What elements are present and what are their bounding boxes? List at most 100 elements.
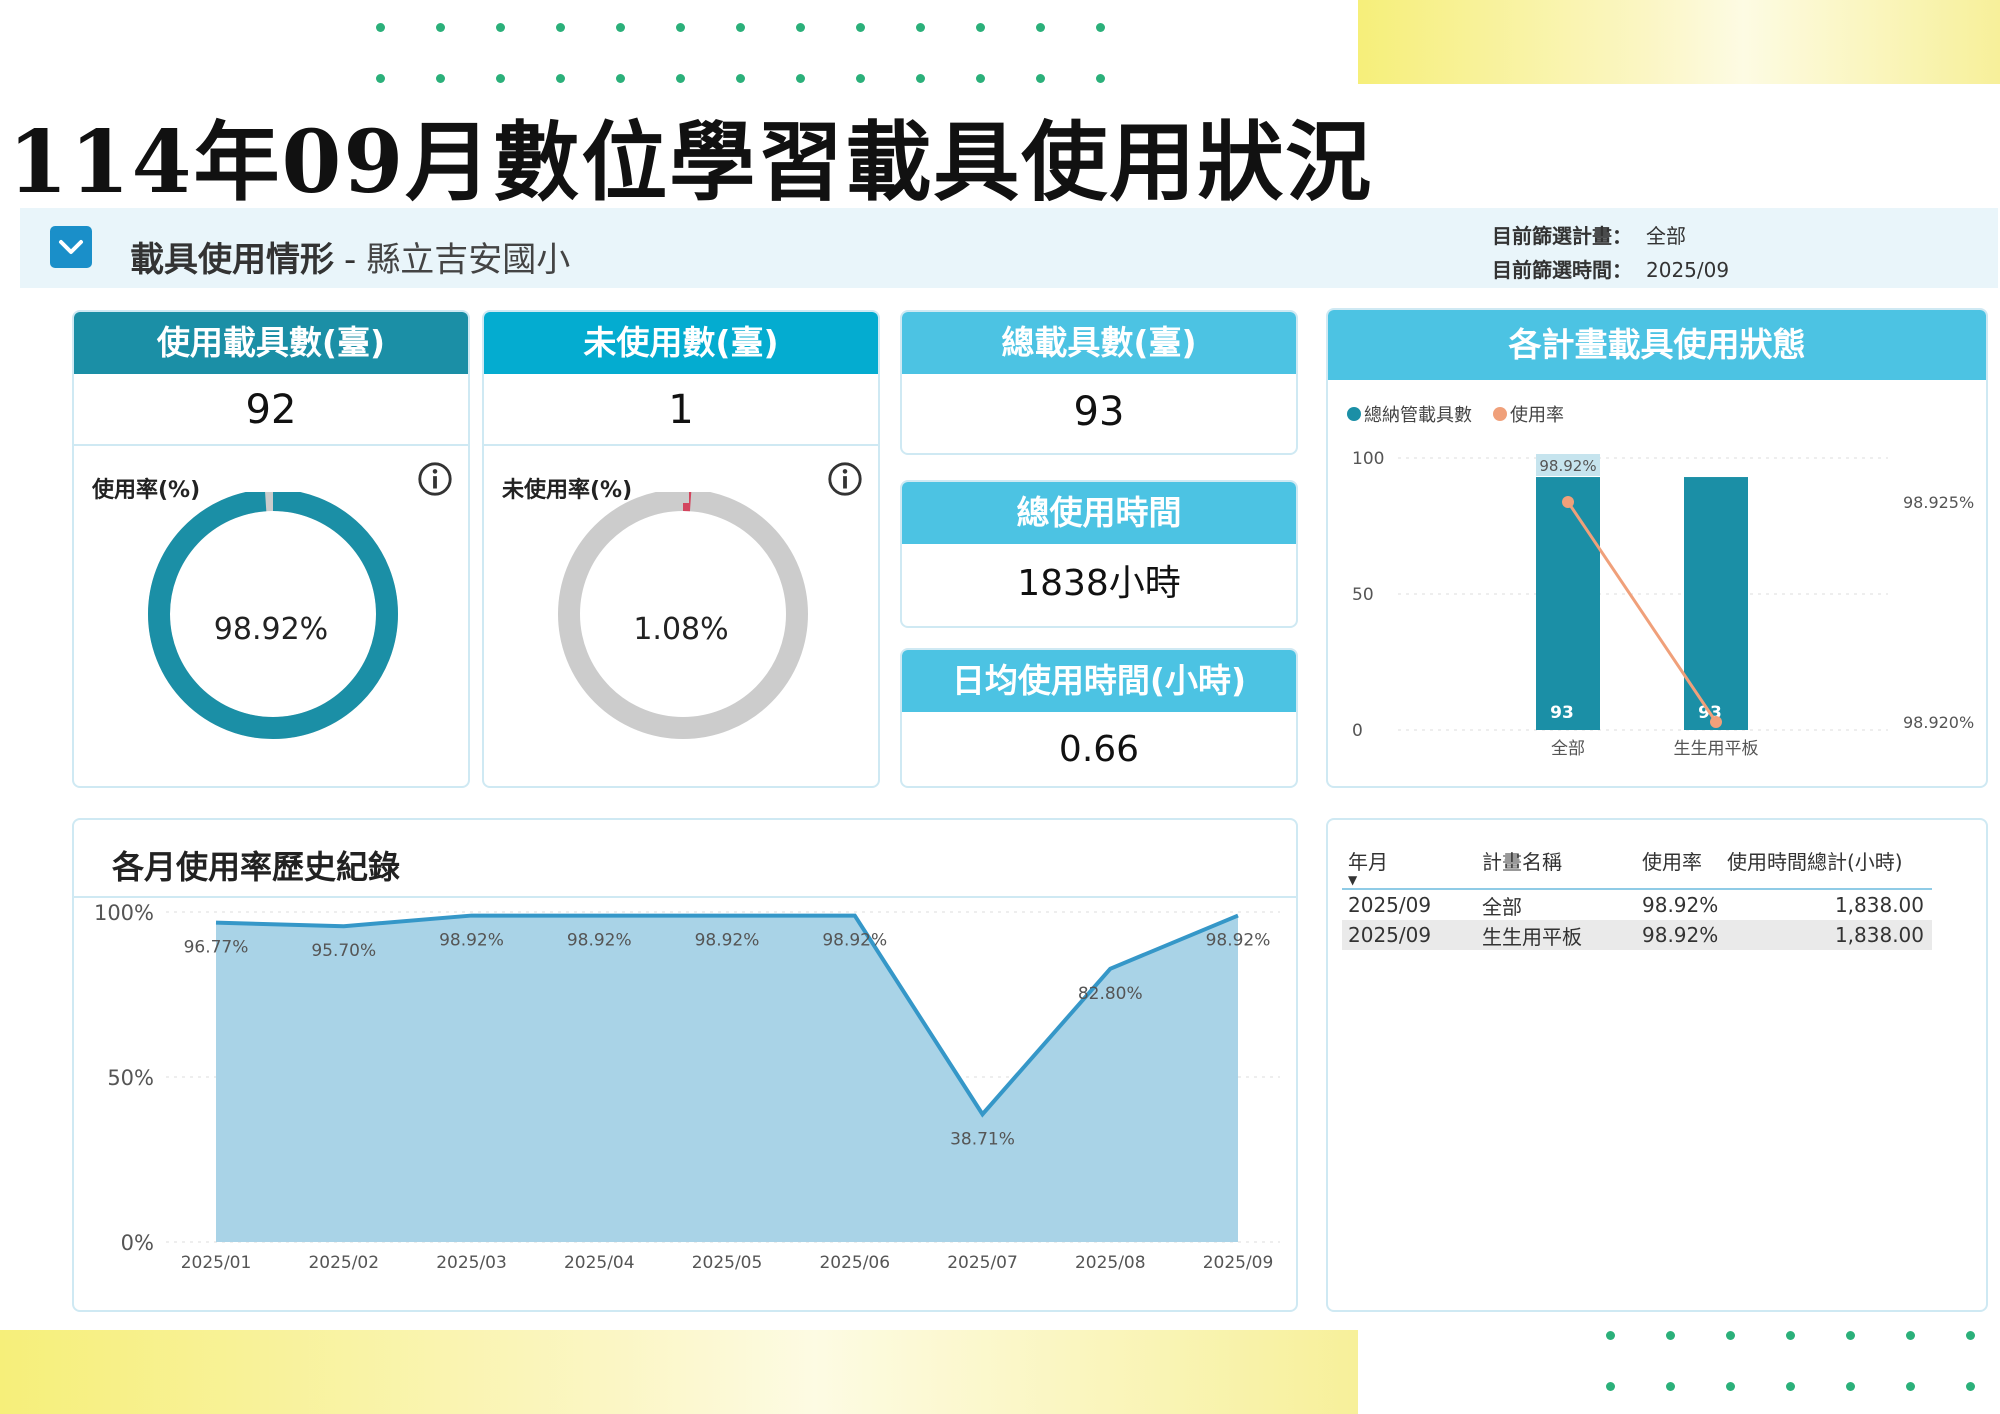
data-label: 98.92%: [695, 931, 760, 951]
section-header: 載具使用情形 - 縣立吉安國小 目前篩選計畫： 全部 目前篩選時間： 2025/09: [20, 208, 1998, 288]
page-title: 114年09月數位學習載具使用狀況: [8, 112, 1374, 213]
cell-hours: 1,838.00: [1834, 893, 1924, 917]
decorative-dot: [1906, 1382, 1915, 1391]
section-title-label: 載具使用情形: [130, 240, 334, 280]
decorative-dot: [1726, 1382, 1735, 1391]
monthly-history-card: 各月使用率歷史紀錄 100% 50% 0% 96.77% 2025/01 95.70% 20…: [72, 818, 1298, 1312]
y-tick-label: 50%: [107, 1066, 154, 1090]
decorative-dot: [796, 74, 805, 83]
x-tick-label: 2025/06: [819, 1253, 890, 1273]
unused-devices-card: 未使用數(臺) 1 未使用率(%) 1.08%: [482, 310, 880, 788]
decorative-band-top: [1358, 0, 2000, 84]
cell-hours: 1,838.00: [1834, 923, 1924, 947]
filter-time-label: 目前篩選時間：: [1492, 258, 1632, 282]
used-devices-title: 使用載具數(臺): [74, 312, 468, 374]
data-label: 98.92%: [1206, 931, 1271, 951]
rate-point[interactable]: [1562, 496, 1574, 508]
rate-point[interactable]: [1710, 716, 1722, 728]
table-header: 年月 ▼ 計畫名稱 使用率 使用時間總計(小時): [1342, 840, 1932, 890]
legend-label: 使用率: [1510, 405, 1564, 426]
bar[interactable]: [1684, 477, 1748, 730]
collapse-toggle[interactable]: [50, 226, 92, 268]
usage-table: 年月 ▼ 計畫名稱 使用率 使用時間總計(小時) 2025/09 全部 98.92…: [1342, 840, 1932, 950]
unused-devices-title: 未使用數(臺): [484, 312, 878, 374]
decorative-dot: [736, 23, 745, 32]
total-time-card: 總使用時間 1838小時: [900, 480, 1298, 628]
data-label: 82.80%: [1078, 984, 1143, 1004]
filter-plan-value: 全部: [1646, 224, 1686, 248]
data-label: 38.71%: [950, 1129, 1015, 1149]
decorative-dot: [556, 74, 565, 83]
daily-average-title: 日均使用時間(小時): [902, 650, 1296, 712]
decorative-dot: [676, 23, 685, 32]
data-label: 98.92%: [439, 931, 504, 951]
decorative-dot: [856, 23, 865, 32]
decorative-band-bottom: [0, 1330, 1358, 1414]
unused-rate-value: 1.08%: [633, 612, 729, 647]
decorative-dot: [976, 23, 985, 32]
decorative-dot: [1606, 1382, 1615, 1391]
decorative-dot: [976, 74, 985, 83]
cell-plan: 生生用平板: [1482, 924, 1582, 949]
x-tick-label: 2025/05: [692, 1253, 763, 1273]
plan-status-title: 各計畫載具使用狀態: [1328, 310, 1986, 380]
filter-plan: 目前篩選計畫： 全部: [1472, 220, 1686, 249]
x-tick-label: 生生用平板: [1674, 739, 1759, 759]
decorative-dot: [376, 23, 385, 32]
decorative-dot: [496, 74, 505, 83]
decorative-dot: [916, 23, 925, 32]
daily-average-card: 日均使用時間(小時) 0.66: [900, 648, 1298, 788]
decorative-dot: [1666, 1331, 1675, 1340]
decorative-dot: [1726, 1331, 1735, 1340]
table-row[interactable]: 2025/09 生生用平板 98.92% 1,838.00: [1342, 920, 1932, 950]
total-devices-card: 總載具數(臺) 93: [900, 310, 1298, 455]
section-title: 載具使用情形 - 縣立吉安國小: [130, 232, 570, 281]
decorative-dot: [616, 74, 625, 83]
usage-rate-value: 98.92%: [213, 612, 329, 647]
column-header-plan[interactable]: 計畫名稱: [1482, 846, 1642, 888]
decorative-dot: [916, 74, 925, 83]
unused-devices-value: 1: [484, 374, 878, 446]
total-devices-value: 93: [1073, 389, 1125, 435]
x-tick-label: 全部: [1551, 739, 1585, 759]
decorative-dot: [616, 23, 625, 32]
decorative-dot: [1846, 1331, 1855, 1340]
x-tick-label: 2025/08: [1075, 1253, 1146, 1273]
x-tick-label: 2025/09: [1203, 1253, 1274, 1273]
decorative-dot: [1906, 1331, 1915, 1340]
decorative-dot: [556, 23, 565, 32]
bar-top-label: 98.92%: [1539, 457, 1596, 475]
cell-rate: 98.92%: [1642, 893, 1719, 917]
cell-plan: 全部: [1482, 894, 1522, 919]
decorative-dot: [1036, 74, 1045, 83]
bar[interactable]: [1536, 477, 1600, 730]
title-separator: -: [344, 240, 357, 280]
decorative-dot: [436, 23, 445, 32]
table-row[interactable]: 2025/09 全部 98.92% 1,838.00: [1342, 890, 1932, 920]
used-devices-value: 92: [74, 374, 468, 446]
decorative-dot: [1606, 1331, 1615, 1340]
decorative-dot: [1666, 1382, 1675, 1391]
cell-month: 2025/09: [1348, 923, 1432, 947]
total-time-title: 總使用時間: [902, 482, 1296, 544]
data-label: 96.77%: [184, 938, 249, 958]
decorative-dot: [1096, 74, 1105, 83]
total-time-value: 1838小時: [1017, 563, 1181, 604]
area-fill: [216, 915, 1238, 1242]
monthly-history-title: 各月使用率歷史紀錄: [112, 848, 401, 886]
filter-time-value: 2025/09: [1646, 258, 1730, 282]
data-label: 95.70%: [311, 941, 376, 961]
daily-average-value: 0.66: [1058, 729, 1140, 770]
y-tick-label: 50: [1352, 585, 1374, 605]
column-header-rate[interactable]: 使用率: [1642, 846, 1727, 888]
sort-desc-icon[interactable]: ▼: [1348, 874, 1482, 886]
decorative-dot: [1786, 1331, 1795, 1340]
decorative-dot: [436, 74, 445, 83]
filter-time: 目前篩選時間： 2025/09: [1472, 254, 1729, 283]
decorative-dot: [1846, 1382, 1855, 1391]
column-header-hours[interactable]: 使用時間總計(小時): [1727, 846, 1932, 888]
school-name: 縣立吉安國小: [366, 240, 571, 280]
column-header-month[interactable]: 年月 ▼: [1342, 846, 1482, 888]
decorative-dot: [496, 23, 505, 32]
y-tick-label: 100: [1352, 449, 1384, 469]
